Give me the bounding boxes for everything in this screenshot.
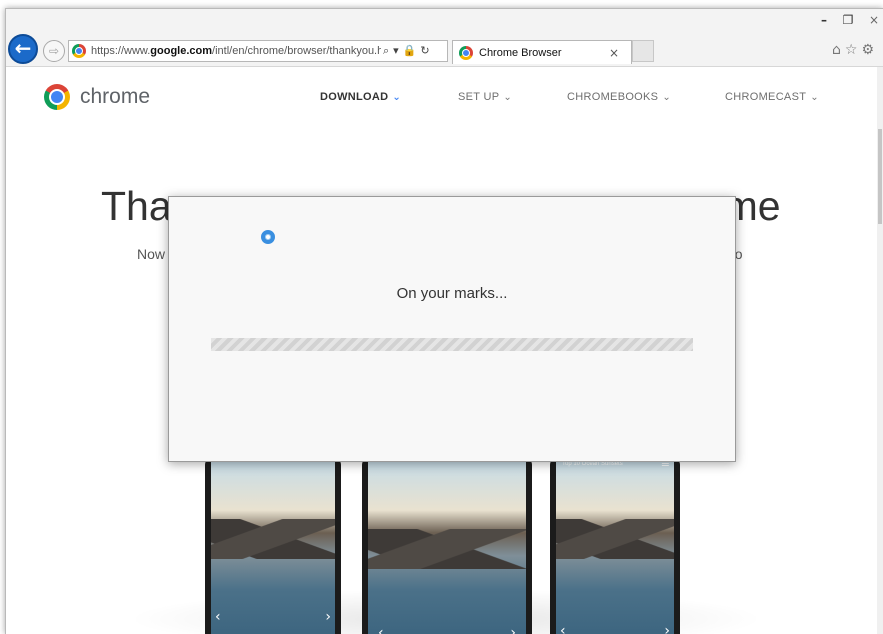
settings-gear-icon[interactable]: ⚙ [861,42,874,58]
nav-set-up-label: SET UP [458,91,500,103]
chevron-down-icon: ⌄ [662,92,671,103]
nav-download[interactable]: DOWNLOAD ⌄ [320,91,401,103]
headline-left-fragment: Tha [101,183,172,229]
address-bar[interactable]: https://www.google.com/intl/en/chrome/br… [68,40,448,62]
nav-chromebooks[interactable]: CHROMEBOOKS ⌄ [567,91,671,103]
url-prefix: https://www. [91,45,151,57]
chrome-logo-icon[interactable] [44,84,70,110]
chevron-down-icon: ⌄ [503,92,513,103]
progress-bar [211,338,693,351]
nav-chromecast[interactable]: CHROMECAST ⌄ [725,91,819,103]
dropdown-arrow-icon[interactable]: ▾ [393,44,399,58]
chevron-left-icon: ‹ [378,625,384,634]
forward-button[interactable]: ⇨ [43,40,65,62]
loading-spinner-icon [261,230,275,244]
url-text[interactable]: https://www.google.com/intl/en/chrome/br… [91,45,381,57]
phone-center-screen: ‹ › [368,457,526,634]
tab-title: Chrome Browser [479,46,562,59]
refresh-icon[interactable]: ↻ [420,44,429,58]
nav-chromecast-label: CHROMECAST [725,91,807,103]
chevron-right-icon: › [664,623,670,634]
chevron-down-icon: ⌄ [392,92,402,103]
chevron-left-icon: ‹ [215,609,221,625]
subheadline-left-fragment: Now [137,246,166,262]
page-scrollbar[interactable] [877,67,883,634]
brand-name[interactable]: chrome [80,85,150,109]
search-icon[interactable]: ⌕ [383,44,389,58]
nav-set-up[interactable]: SET UP ⌄ [458,91,512,103]
phone-center-image: ‹ › [362,457,532,634]
browser-toolbar: – ❐ × ← ⇨ https://www.google.com/intl/en… [6,9,883,67]
download-progress-dialog: On your marks... [168,196,736,462]
phone-right-screen: Top 10 Ocean Sunsets ≡ ‹ › [556,457,674,634]
tab-chrome-browser[interactable]: Chrome Browser × [452,40,632,64]
chrome-favicon-icon [72,44,86,58]
tab-close-icon[interactable]: × [609,46,619,60]
phone-right-image: Top 10 Ocean Sunsets ≡ ‹ › [550,457,680,634]
phone-left-image: ‹ › [205,457,341,634]
site-header: chrome DOWNLOAD ⌄ SET UP ⌄ CHROMEBOOKS ⌄ CH… [6,67,878,127]
new-tab-button[interactable] [632,40,654,62]
chevron-right-icon: › [325,609,331,625]
home-icon[interactable]: ⌂ [832,42,841,58]
mountain-shape [211,519,335,559]
minimize-button[interactable]: – [812,11,836,29]
mountain-shape [556,519,674,559]
lock-icon[interactable]: 🔒 [403,44,417,58]
url-domain: google.com [150,45,213,57]
maximize-button[interactable]: ❐ [836,11,860,29]
mountain-shape [368,529,526,569]
back-button[interactable]: ← [8,34,38,64]
nav-chromebooks-label: CHROMEBOOKS [567,91,659,103]
close-window-button[interactable]: × [862,11,883,29]
chevron-right-icon: › [510,625,516,634]
dialog-title: On your marks... [396,285,508,302]
nav-download-label: DOWNLOAD [320,91,389,103]
chrome-tab-favicon-icon [459,45,473,60]
address-bar-icons: ⌕ ▾ 🔒 ↻ [383,44,430,58]
chevron-down-icon: ⌄ [810,92,819,103]
scrollbar-thumb[interactable] [878,129,882,224]
url-path: /intl/en/chrome/browser/thankyou.htr [212,45,381,57]
chevron-left-icon: ‹ [560,623,566,634]
phone-left-screen: ‹ › [211,457,335,634]
favorites-star-icon[interactable]: ☆ [845,42,858,58]
browser-tools: ⌂ ☆ ⚙ [832,42,874,58]
